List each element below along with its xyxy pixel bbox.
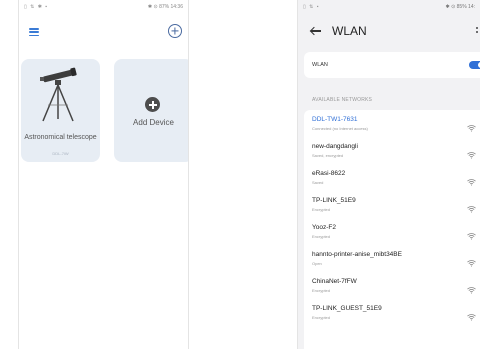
menu-icon[interactable] (29, 28, 39, 36)
wifi-signal-icon (467, 281, 476, 294)
network-row[interactable]: ChinaNet-7fFW Encrypted (304, 272, 480, 299)
wifi-signal-icon (467, 146, 476, 159)
wifi-signal-icon (467, 173, 476, 186)
wlan-toggle-row[interactable]: WLAN (304, 52, 480, 78)
network-name: TP-LINK_GUEST_51E9 (312, 305, 382, 312)
status-bar-left: ▯ ⇅ ▪ (303, 4, 320, 10)
network-row[interactable]: eRasi-8622 Saved (304, 164, 480, 191)
wlan-toggle-label: WLAN (312, 62, 328, 68)
network-status: Encrypted (312, 315, 331, 320)
network-name: new-dangdangli (312, 143, 358, 150)
network-row[interactable]: new-dangdangli Saved, encrypted (304, 137, 480, 164)
network-name: hannto-printer-anise_mibt34BE (312, 251, 402, 258)
plus-circle-icon (145, 97, 160, 112)
add-circle-icon[interactable] (168, 24, 182, 38)
network-row[interactable]: hannto-printer-anise_mibt34BE Open (304, 245, 480, 272)
network-status: Connected (no Internet access) (312, 126, 368, 131)
status-bar: ▯ ⇅ ✱ ▪ ✱ ⊙ 87% 14:36 (19, 0, 188, 14)
network-row[interactable]: TP-LINK_51E9 Encrypted (304, 191, 480, 218)
network-name: eRasi-8622 (312, 170, 346, 177)
add-device-label: Add Device (133, 118, 174, 127)
wlan-header: WLAN (298, 14, 480, 48)
wifi-signal-icon (467, 254, 476, 267)
network-status: Open (312, 261, 322, 266)
network-row[interactable]: TP-LINK_GUEST_51E9 Encrypted (304, 299, 480, 326)
device-subtitle: DDL-7iW (52, 151, 69, 156)
network-row[interactable]: Yooz-F2 Encrypted (304, 218, 480, 245)
status-bar-right-text: ✱ ⊙ 87% 14:36 (147, 4, 183, 10)
status-bar-right: ✱ ⊙ 87% 14:36 (148, 4, 183, 10)
status-bar-right-text: ✱ ⊙ 85% 14: (445, 4, 475, 10)
network-status: Encrypted (312, 234, 331, 239)
network-status: Saved, encrypted (312, 153, 344, 158)
network-name: TP-LINK_51E9 (312, 197, 356, 204)
network-status: Saved (312, 180, 324, 185)
network-list: DDL-TW1-7631 Connected (no Internet acces… (304, 110, 480, 349)
telescope-icon (40, 67, 77, 122)
network-name: ChinaNet-7fFW (312, 278, 357, 285)
status-bar: ▯ ⇅ ▪ ✱ ⊙ 85% 14: (298, 0, 480, 14)
wifi-signal-icon (467, 227, 476, 240)
network-name: Yooz-F2 (312, 224, 336, 231)
back-arrow-icon[interactable] (310, 26, 322, 36)
network-name: DDL-TW1-7631 (312, 116, 358, 123)
wlan-toggle-switch[interactable] (469, 61, 480, 69)
wifi-signal-icon (467, 119, 476, 132)
section-label: AVAILABLE NETWORKS (312, 97, 373, 103)
status-bar-right: ✱ ⊙ 85% 14: (445, 4, 475, 10)
more-options-icon[interactable] (476, 27, 478, 33)
device-list-screen: ▯ ⇅ ✱ ▪ ✱ ⊙ 87% 14:36 Astronomical teles… (18, 0, 189, 349)
wlan-settings-screen: ▯ ⇅ ▪ ✱ ⊙ 85% 14: WLAN WLAN AVAILABLE NE… (297, 0, 480, 349)
status-bar-left: ▯ ⇅ ✱ ▪ (24, 4, 49, 10)
device-name: Astronomical telescope (24, 134, 97, 141)
network-status: Encrypted (312, 288, 331, 293)
wifi-signal-icon (467, 200, 476, 213)
network-row[interactable]: DDL-TW1-7631 Connected (no Internet acces… (304, 110, 480, 137)
network-status: Encrypted (312, 207, 331, 212)
device-card-telescope[interactable]: Astronomical telescope DDL-7iW (21, 59, 100, 162)
wifi-signal-icon (467, 308, 476, 321)
page-title: WLAN (332, 24, 367, 38)
add-device-card[interactable]: Add Device (114, 59, 188, 162)
